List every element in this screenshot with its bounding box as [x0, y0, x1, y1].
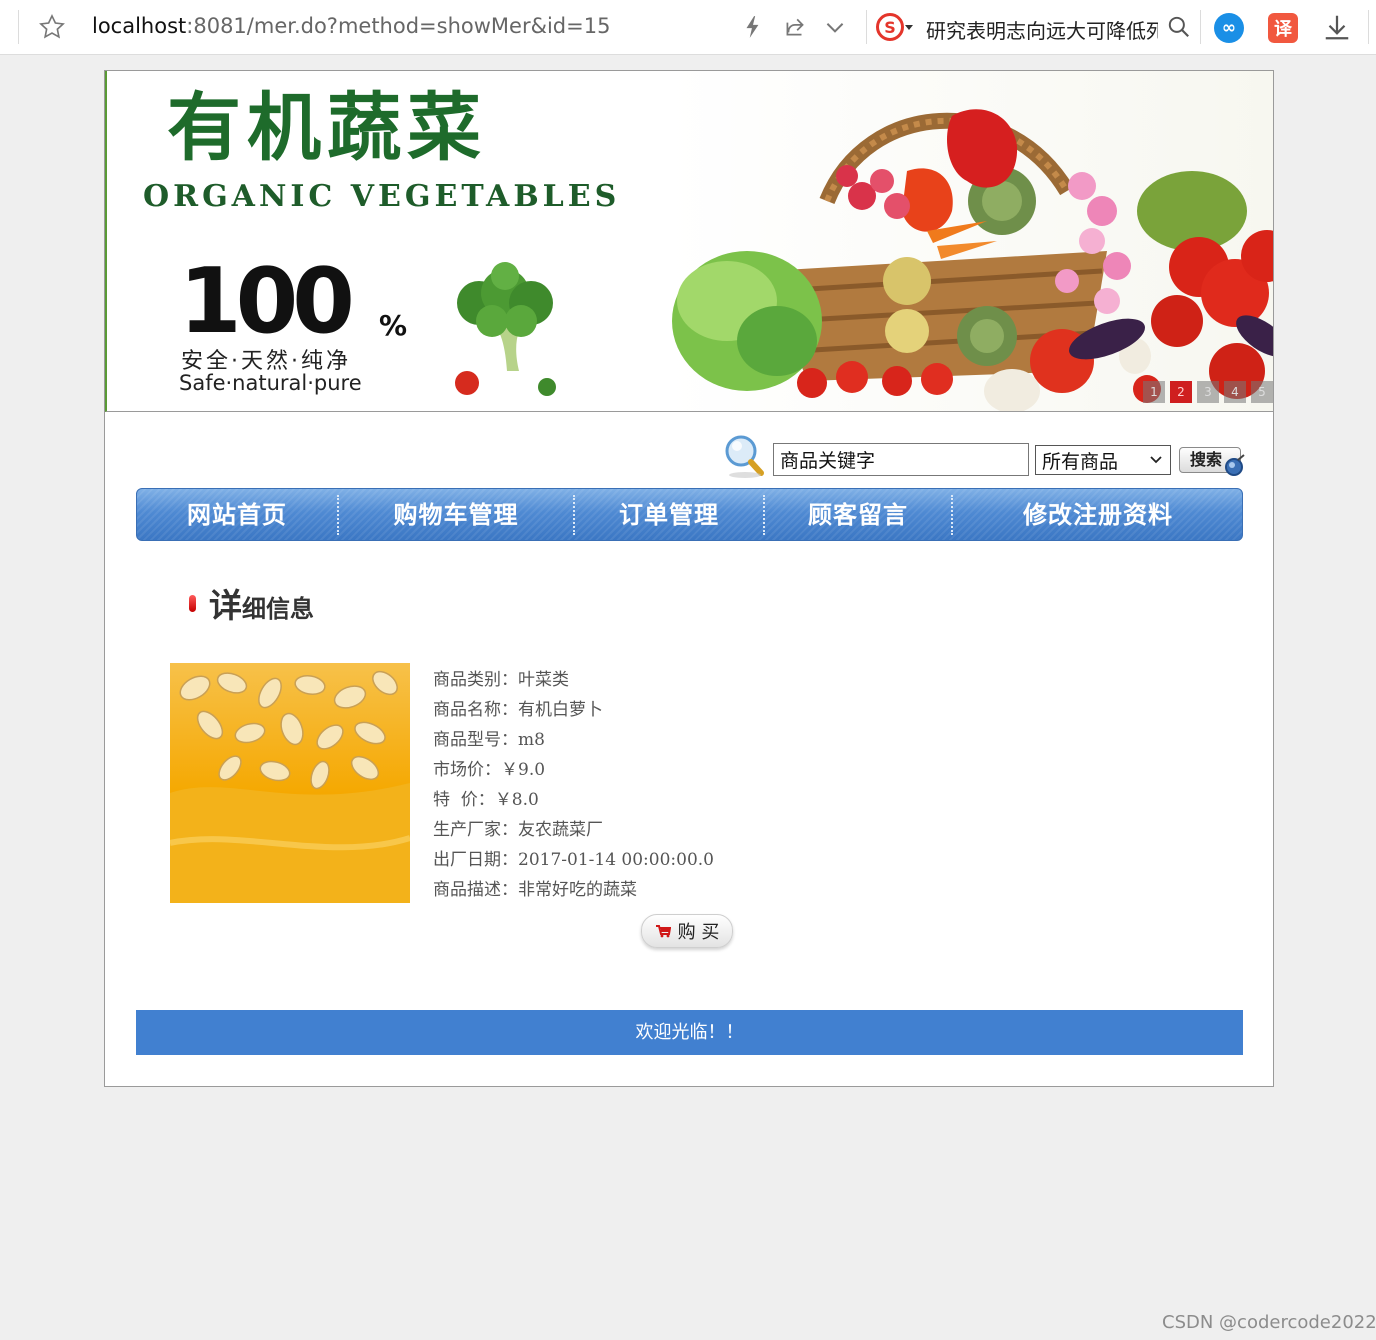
keyword-search-input[interactable]	[773, 443, 1029, 476]
extension-infinity-icon[interactable]: ∞	[1214, 13, 1244, 43]
info-row-special-price: 特 价：￥8.0	[433, 785, 714, 815]
lightning-icon[interactable]	[740, 14, 766, 40]
engine-caret-icon[interactable]	[905, 25, 913, 30]
slide-dot-3[interactable]: 3	[1197, 381, 1219, 403]
info-row-name: 商品名称：有机白萝卜	[433, 695, 714, 725]
info-value: 友农蔬菜厂	[518, 820, 603, 840]
info-row-category: 商品类别：叶菜类	[433, 665, 714, 695]
info-label: 商品名称：	[433, 700, 518, 720]
slide-dot-2[interactable]: 2	[1170, 381, 1192, 403]
toolbar-divider	[866, 10, 867, 44]
buy-button-label: 购 买	[677, 922, 720, 943]
info-row-market-price: 市场价：￥9.0	[433, 755, 714, 785]
nav-item-profile[interactable]: 修改注册资料	[953, 489, 1243, 540]
info-label: 生产厂家：	[433, 820, 518, 840]
chevron-down-icon	[1150, 456, 1162, 464]
info-label: 特 价：	[433, 790, 495, 810]
slide-dot-5[interactable]: 5	[1251, 381, 1273, 403]
info-row-description: 商品描述：非常好吃的蔬菜	[433, 875, 714, 905]
info-value: ￥9.0	[501, 760, 546, 780]
info-label: 商品类别：	[433, 670, 518, 690]
nav-item-messages[interactable]: 顾客留言	[765, 489, 951, 540]
nav-item-home[interactable]: 网站首页	[137, 489, 337, 540]
bookmark-star-icon[interactable]	[38, 13, 66, 41]
watermark: CSDN @codercode2022	[1162, 1312, 1376, 1333]
browser-search-suggestion[interactable]: 研究表明志向远大可降低死	[926, 15, 1158, 44]
info-value: m8	[518, 730, 545, 750]
search-engine-logo[interactable]: S	[876, 13, 904, 41]
toolbar-divider	[1200, 10, 1201, 44]
cart-icon	[655, 925, 671, 938]
address-bar[interactable]: localhost:8081/mer.do?method=showMer&id=…	[92, 14, 610, 38]
category-select-value: 所有商品	[1042, 450, 1119, 473]
info-value: 非常好吃的蔬菜	[518, 880, 637, 900]
info-label: 商品描述：	[433, 880, 518, 900]
nav-item-orders[interactable]: 订单管理	[575, 489, 763, 540]
magnifier-icon	[725, 435, 764, 478]
main-nav-bar: 网站首页 购物车管理 订单管理 顾客留言 修改注册资料	[136, 488, 1243, 541]
search-icon[interactable]	[1166, 14, 1192, 40]
nav-item-cart[interactable]: 购物车管理	[339, 489, 573, 540]
product-info-list: 商品类别：叶菜类 商品名称：有机白萝卜 商品型号：m8 市场价：￥9.0 特 价…	[433, 665, 714, 905]
slide-indicator: 12345	[1143, 381, 1273, 403]
info-label: 出厂日期：	[433, 850, 518, 870]
search-magnifier-icon	[1225, 454, 1245, 476]
broccoli-icon	[455, 262, 556, 396]
banner: 有机蔬菜 ORGANIC VEGETABLES 100 % 安全·天然·纯净 S…	[105, 71, 1273, 412]
toolbar-divider	[1368, 10, 1369, 44]
pumpkin-seeds-image	[170, 663, 410, 903]
download-icon[interactable]	[1322, 12, 1352, 42]
browser-toolbar: localhost:8081/mer.do?method=showMer&id=…	[0, 0, 1376, 55]
url-path: :8081/mer.do?method=showMer&id=15	[186, 14, 611, 38]
search-button-label: 搜索	[1190, 450, 1223, 469]
red-bullet-icon	[189, 595, 196, 612]
info-value: 叶菜类	[518, 670, 569, 690]
slide-dot-4[interactable]: 4	[1224, 381, 1246, 403]
page-container: 有机蔬菜 ORGANIC VEGETABLES 100 % 安全·天然·纯净 S…	[104, 70, 1274, 1087]
footer-bar: 欢迎光临！！	[136, 1010, 1243, 1055]
vegetable-basket-image	[455, 109, 1273, 411]
product-image	[170, 663, 410, 903]
share-icon[interactable]	[782, 14, 808, 40]
info-value: 2017-01-14 00:00:00.0	[518, 850, 714, 870]
url-host: localhost	[92, 14, 187, 38]
info-value: ￥8.0	[494, 790, 539, 810]
info-label: 市场价：	[433, 760, 501, 780]
slide-dot-1[interactable]: 1	[1143, 381, 1165, 403]
info-label: 商品型号：	[433, 730, 518, 750]
buy-button[interactable]: 购 买	[641, 914, 733, 948]
info-row-manufacturer: 生产厂家：友农蔬菜厂	[433, 815, 714, 845]
title-first-char: 详	[209, 586, 242, 625]
search-button[interactable]: 搜索	[1179, 447, 1245, 476]
info-row-date: 出厂日期：2017-01-14 00:00:00.0	[433, 845, 714, 875]
toolbar-divider	[18, 10, 19, 44]
title-rest: 细信息	[242, 595, 314, 623]
info-value: 有机白萝卜	[518, 700, 603, 720]
info-row-model: 商品型号：m8	[433, 725, 714, 755]
chevron-down-icon[interactable]	[822, 14, 848, 40]
translate-extension-icon[interactable]: 译	[1268, 13, 1298, 43]
category-select[interactable]: 所有商品	[1035, 445, 1171, 475]
section-title-text: 详细信息	[209, 579, 314, 627]
